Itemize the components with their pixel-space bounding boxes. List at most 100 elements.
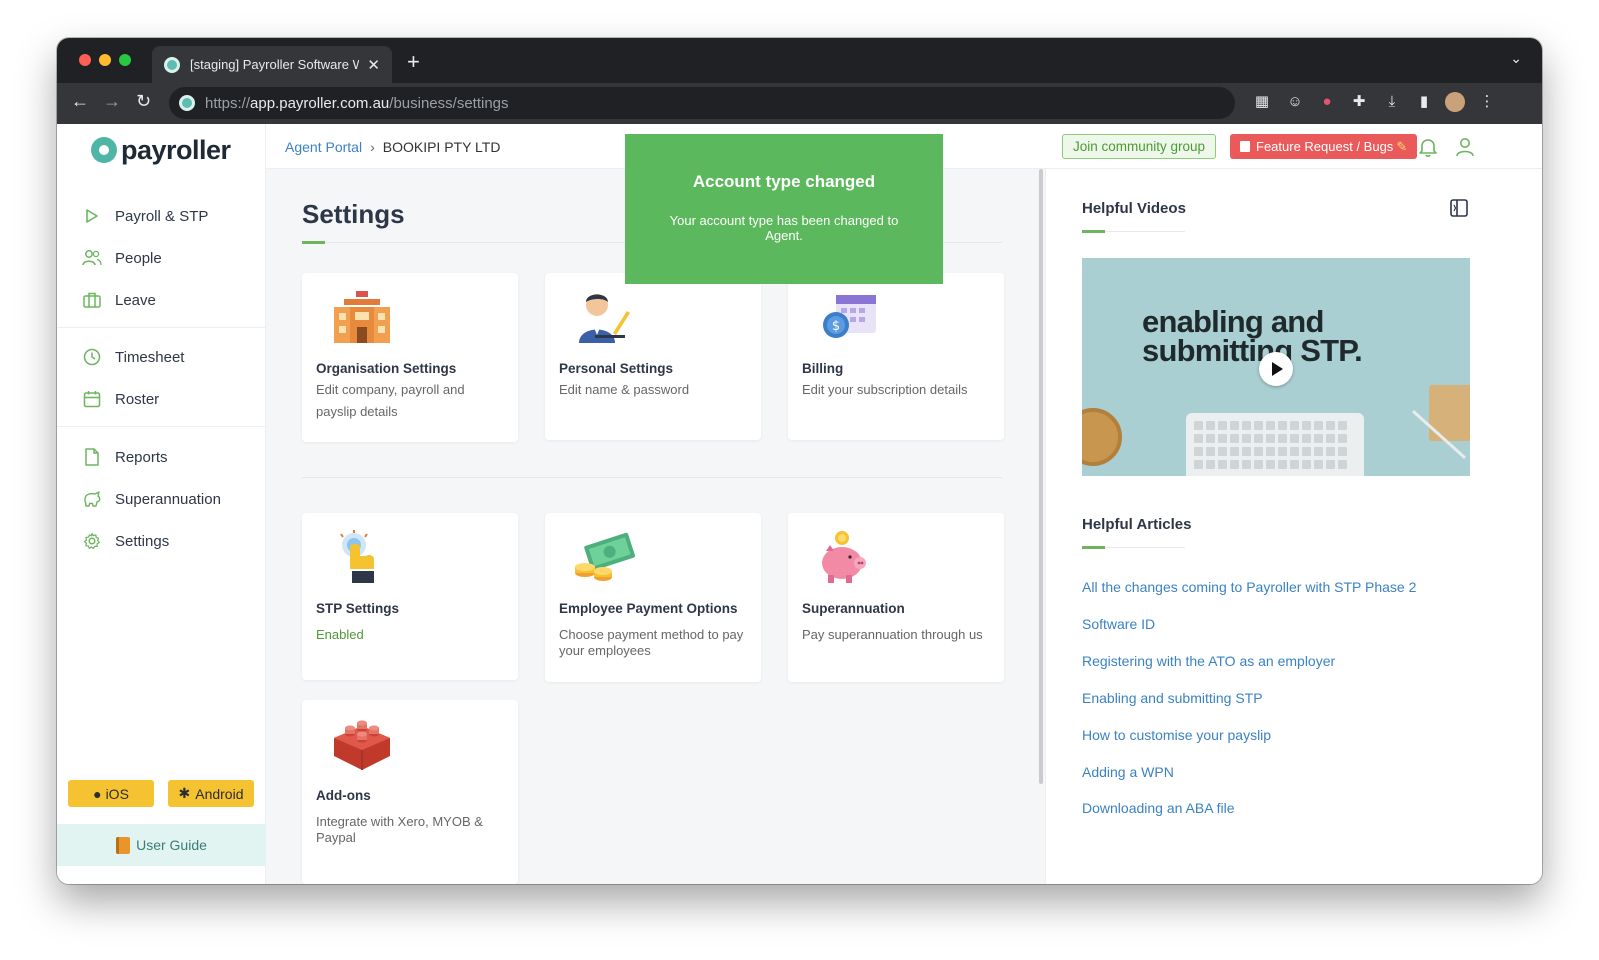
sidebar-item-superannuation[interactable]: Superannuation [82,487,221,511]
forward-arrow-icon[interactable]: → [103,91,121,112]
video-caption-line2: submitting STP. [1142,332,1363,368]
card-title: Billing [802,361,844,376]
building-icon [334,291,390,343]
minimize-window-button[interactable] [99,54,111,66]
heading-accent [1082,546,1105,549]
main-scrollbar-thumb[interactable] [1039,169,1043,784]
collapse-panel-icon[interactable] [1450,199,1468,217]
download-icon[interactable]: ⤓ [1382,92,1402,112]
payroller-favicon-icon [164,56,180,73]
sidebar-item-payroll[interactable]: Payroll & STP [82,204,208,228]
article-link[interactable]: Software ID [1082,616,1155,632]
join-community-button[interactable]: Join community group [1062,134,1217,159]
side-panel-icon[interactable]: ▮ [1414,92,1434,112]
svg-text:$: $ [832,319,840,334]
help-panel: Helpful Videos enabling and submitting S… [1045,169,1542,884]
article-link[interactable]: All the changes coming to Payroller with… [1082,579,1416,595]
card-stp-settings[interactable]: STP Settings Enabled [302,513,518,680]
url-scheme: https:// [205,94,251,112]
card-title: STP Settings [316,601,400,616]
card-description: Edit your subscription details [802,382,968,397]
toast-message: Your account type has been changed to Ag… [669,213,899,243]
user-guide-link[interactable]: User Guide [57,824,266,866]
sidebar-item-people[interactable]: People [82,246,162,270]
briefcase-icon [82,290,102,310]
extension-red-icon[interactable]: ● [1317,92,1337,112]
flag-icon [1240,141,1250,152]
breadcrumb-agent-portal[interactable]: Agent Portal [285,139,362,155]
sidebar-item-timesheet[interactable]: Timesheet [82,345,184,369]
extension-face-icon[interactable]: ☺ [1285,92,1305,112]
stp-status: Enabled [316,627,364,642]
sidebar-item-label: People [115,249,162,267]
tab-search-chevron-icon[interactable]: ⌄ [1510,50,1522,67]
sidebar-item-label: Superannuation [115,490,221,508]
sidebar-item-label: Timesheet [115,348,185,366]
card-add-ons[interactable]: Add-ons Integrate with Xero, MYOB & Payp… [302,700,518,884]
gear-icon [82,531,102,551]
android-label: Android [195,785,244,802]
browser-menu-icon[interactable]: ⋮ [1477,92,1497,112]
article-link[interactable]: Enabling and submitting STP [1082,690,1263,706]
article-link[interactable]: Registering with the ATO as an employer [1082,653,1335,669]
sidebar-item-reports[interactable]: Reports [82,445,168,469]
back-arrow-icon[interactable]: ← [71,91,89,112]
person-writing-icon [579,294,630,343]
feature-request-button[interactable]: Feature Request / Bugs ✎ [1230,134,1418,159]
sidebar-item-label: Settings [115,532,170,550]
close-tab-icon[interactable]: ✕ [367,56,380,74]
card-description: Pay superannuation through us [802,627,983,642]
card-organisation-settings[interactable]: Organisation Settings Edit company, payr… [302,273,518,442]
tab-strip: [staging] Payroller Software W ✕ + ⌄ [57,38,1542,83]
tap-hand-icon [340,530,374,583]
breadcrumb-current: BOOKIPI PTY LTD [382,139,501,155]
zoom-window-button[interactable] [119,54,131,66]
ios-app-button[interactable]: ● iOS [68,780,154,807]
article-link[interactable]: How to customise your payslip [1082,727,1271,743]
sidebar-item-roster[interactable]: Roster [82,387,159,411]
play-button-icon[interactable] [1259,352,1293,386]
toast-title: Account type changed [692,172,876,191]
url-path: /business/settings [389,94,509,112]
card-superannuation[interactable]: Superannuation Pay superannuation throug… [788,513,1004,682]
android-app-button[interactable]: ✱ Android [168,780,254,807]
new-tab-icon[interactable]: + [407,49,420,75]
qr-code-icon[interactable]: ▦ [1252,92,1272,112]
card-description: Integrate with Xero, MYOB & Paypal [316,814,483,845]
title-accent [302,241,325,244]
card-billing[interactable]: $ Billing Edit your subscription details [788,273,1004,440]
sidebar-item-settings[interactable]: Settings [82,529,169,553]
money-icon [575,532,636,581]
profile-avatar[interactable] [1445,92,1465,112]
card-title: Add-ons [316,788,371,803]
helpful-videos-heading: Helpful Videos [1082,200,1186,217]
article-link[interactable]: Adding a WPN [1082,764,1174,780]
user-profile-icon[interactable] [1454,136,1476,158]
site-info-icon[interactable] [179,95,195,111]
article-link[interactable]: Downloading an ABA file [1082,800,1235,816]
card-employee-payment-options[interactable]: Employee Payment Options Choose payment … [545,513,761,682]
video-keyboard-graphic [1186,413,1364,476]
payroller-logo-mark-icon [91,137,117,163]
piggy-bank-icon [822,531,866,583]
sidebar: payroller Payroll & STP People Leave Tim… [57,124,266,884]
document-icon [82,447,102,467]
payroller-logo[interactable]: payroller [91,130,231,170]
puzzle-extensions-icon[interactable]: ✚ [1349,92,1369,112]
sidebar-item-label: Payroll & STP [115,207,209,225]
browser-toolbar: ← → ↻ https:// app.payroller.com.au /bus… [57,83,1542,124]
heading-accent [1082,230,1105,233]
bell-icon[interactable] [1417,136,1439,158]
user-guide-label: User Guide [136,837,207,853]
card-description: Edit company, payroll and payslip detail… [316,382,465,419]
card-personal-settings[interactable]: Personal Settings Edit name & password [545,273,761,440]
breadcrumb: Agent Portal › BOOKIPI PTY LTD [285,139,500,155]
url-host: app.payroller.com.au [250,94,390,112]
helpful-video-thumbnail[interactable]: enabling and submitting STP. [1082,258,1470,476]
close-window-button[interactable] [79,54,91,66]
reload-icon[interactable]: ↻ [136,91,151,112]
sidebar-item-leave[interactable]: Leave [82,288,156,312]
play-icon [82,206,102,226]
browser-tab[interactable]: [staging] Payroller Software W ✕ [152,46,392,83]
address-bar[interactable]: https:// app.payroller.com.au /business/… [169,87,1235,119]
